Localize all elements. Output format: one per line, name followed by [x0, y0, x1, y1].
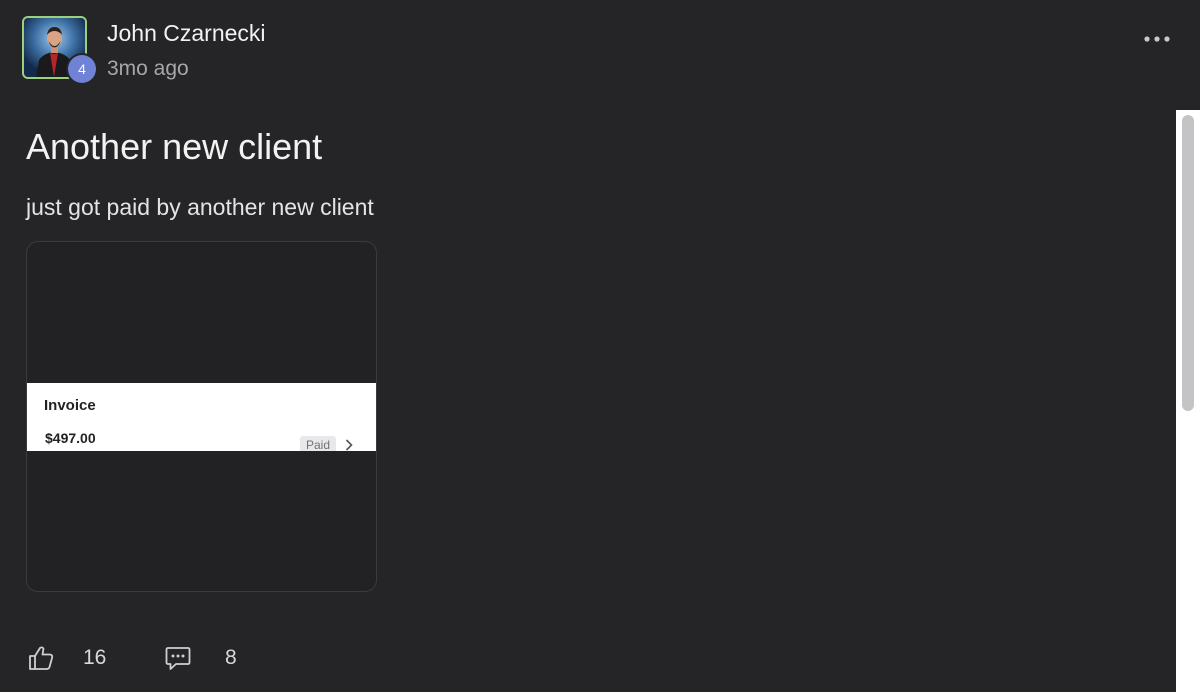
post-body: just got paid by another new client	[26, 194, 374, 220]
invoice-preview: Invoice $497.00 Paid	[27, 383, 376, 451]
like-count: 16	[83, 646, 107, 669]
scrollbar[interactable]	[1176, 110, 1200, 692]
scrollbar-thumb[interactable]	[1182, 115, 1194, 411]
post-title: Another new client	[26, 126, 323, 167]
author-name[interactable]: John Czarnecki	[107, 18, 266, 48]
image-attachment[interactable]: Invoice $497.00 Paid	[26, 241, 377, 592]
comment-button[interactable]: 8	[164, 644, 237, 672]
post-page: 4 John Czarnecki 3mo ago Another new cli…	[0, 0, 1200, 692]
comment-count: 8	[225, 646, 237, 669]
post-timestamp[interactable]: 3mo ago	[107, 55, 189, 83]
thumbs-up-icon	[29, 646, 54, 670]
level-badge: 4	[68, 55, 96, 83]
like-button[interactable]: 16	[27, 644, 106, 672]
chevron-right-icon	[345, 439, 353, 451]
author-avatar-group[interactable]: 4	[22, 16, 96, 83]
paid-status-badge: Paid	[300, 436, 337, 451]
invoice-amount: $497.00	[45, 430, 96, 446]
more-options-button[interactable]	[1138, 28, 1176, 50]
comment-icon	[165, 647, 191, 670]
more-horizontal-icon	[1144, 36, 1170, 42]
invoice-label: Invoice	[44, 397, 96, 414]
